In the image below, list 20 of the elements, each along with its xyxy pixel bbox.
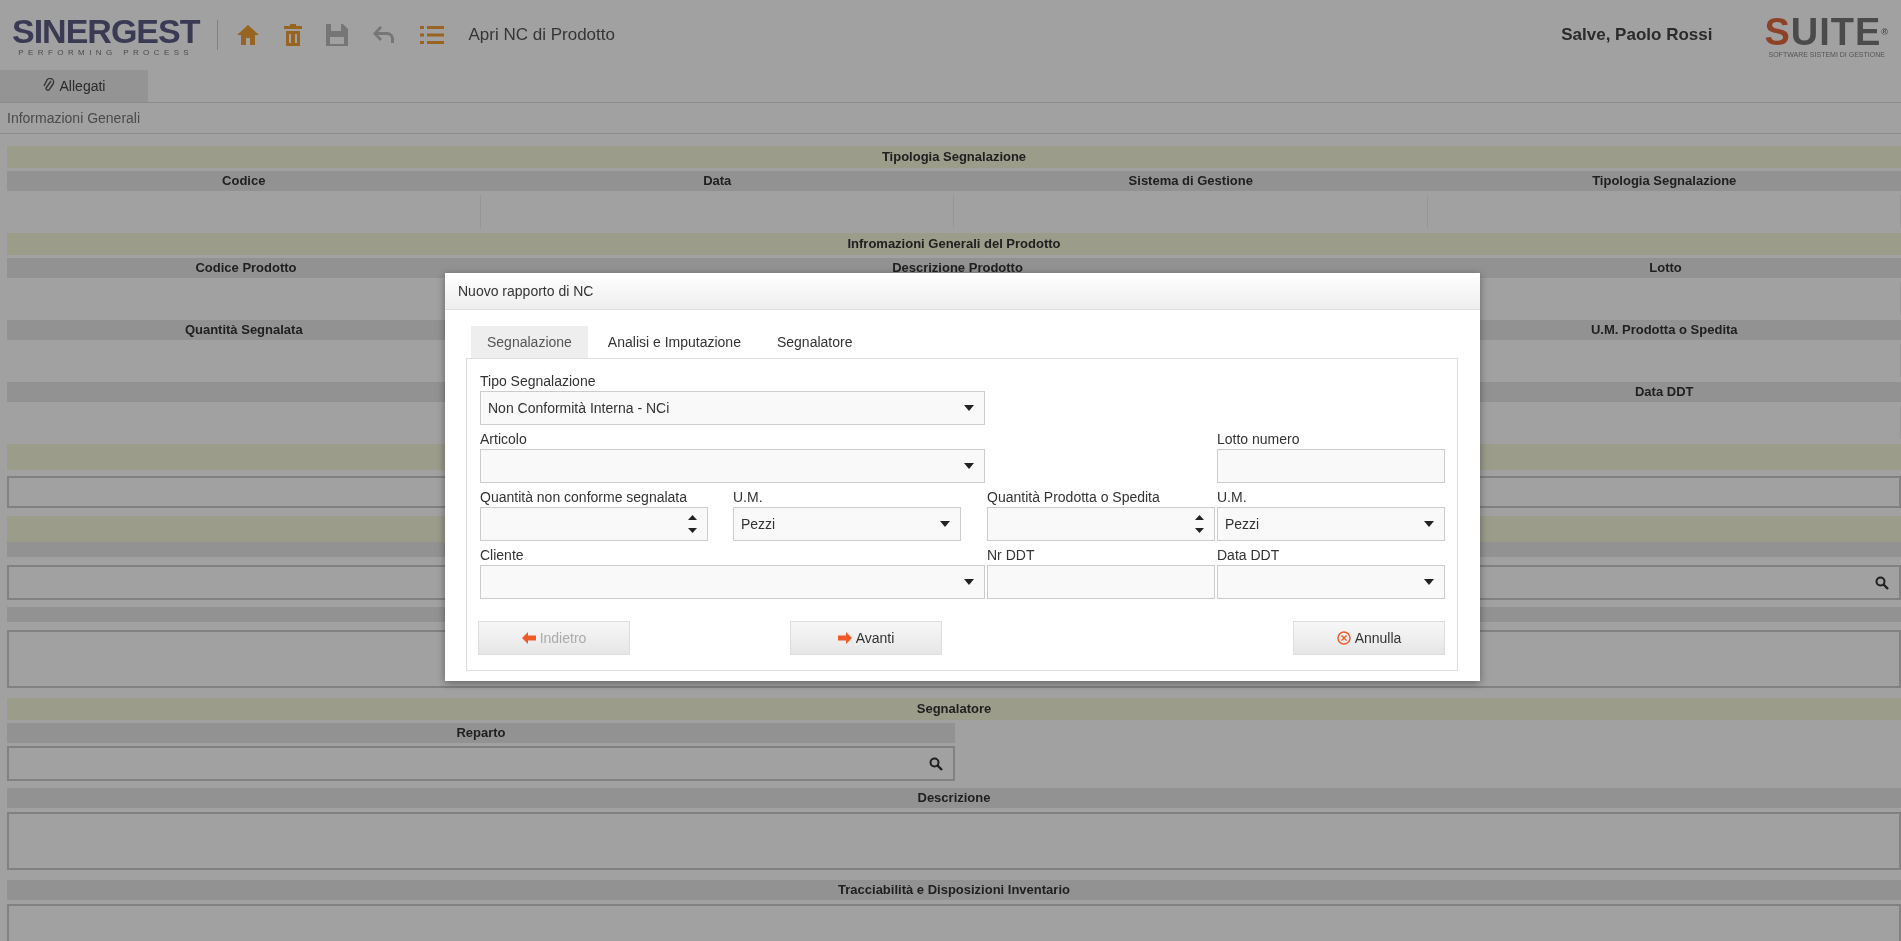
field-label: Quantità non conforme segnalata (480, 489, 689, 505)
field-label: Reparto (7, 723, 955, 743)
field-label: Cliente (480, 547, 525, 563)
field-label: Nr DDT (987, 547, 1036, 563)
field-label: Tipo Segnalazione (480, 373, 597, 389)
section-header: Tipologia Segnalazione (7, 146, 1901, 168)
field-label: Data DDT (1217, 547, 1281, 563)
section-header: Infromazioni Generali del Prodotto (7, 233, 1901, 255)
field-label: Lotto numero (1217, 431, 1301, 447)
section-header: Segnalatore (7, 698, 1901, 720)
field-label: Quantità Prodotta o Spedita (987, 489, 1161, 505)
logo: SINERGEST PERFORMING PROCESS (12, 13, 200, 57)
dialog-title: Nuovo rapporto di NC (445, 273, 1480, 310)
user-greeting: Salve, Paolo Rossi (1561, 25, 1713, 45)
page-title: Apri NC di Prodotto (468, 25, 615, 45)
field-label: U.M. (733, 489, 764, 505)
field-label: Descrizione (7, 788, 1901, 808)
field-label: U.M. (1217, 489, 1248, 505)
field-label: Articolo (480, 431, 528, 447)
field-label: Tracciabilità e Disposizioni Inventario (7, 880, 1901, 900)
